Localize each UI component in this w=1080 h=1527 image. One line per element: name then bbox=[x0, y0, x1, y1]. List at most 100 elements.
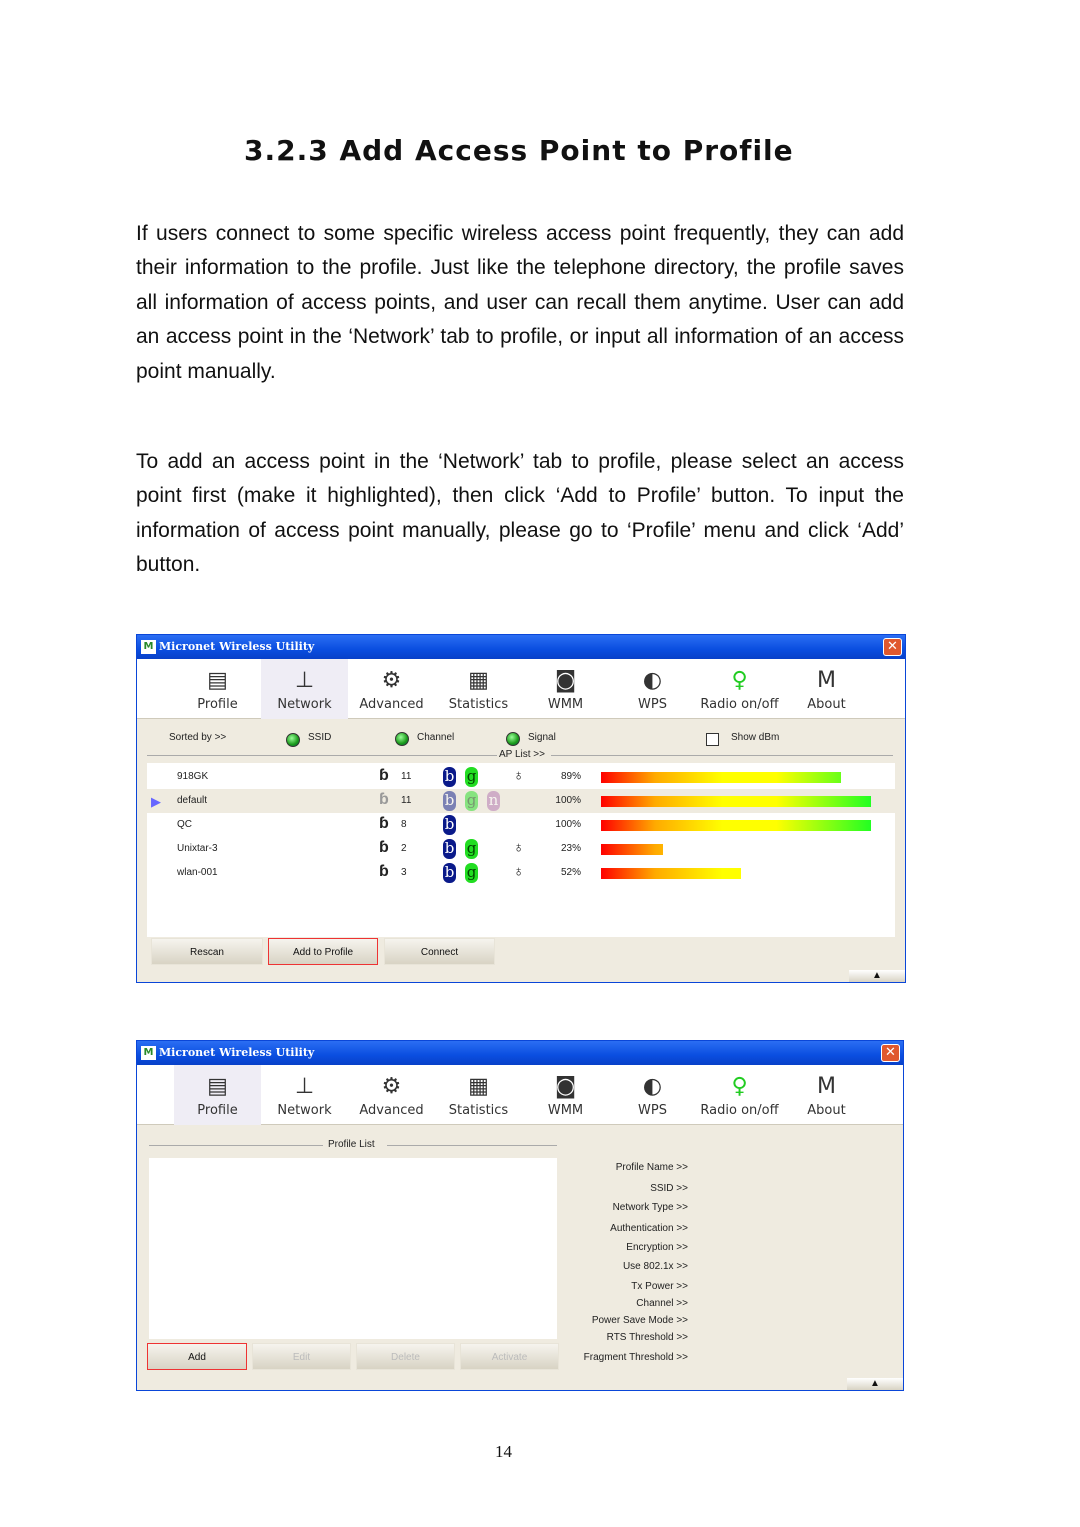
show-dbm-checkbox[interactable] bbox=[706, 733, 719, 746]
section-heading: 3.2.3 Add Access Point to Profile bbox=[244, 134, 794, 167]
mode-g-icon: g bbox=[465, 791, 478, 811]
page-number: 14 bbox=[495, 1442, 512, 1461]
tab-advanced[interactable]: ⚙ Advanced bbox=[348, 1065, 435, 1125]
paragraph-1: If users connect to some specific wirele… bbox=[136, 222, 904, 383]
sort-ssid-radio[interactable] bbox=[286, 733, 300, 747]
tab-radio-on-off[interactable]: ♀ Radio on/off bbox=[696, 1065, 783, 1125]
tab-label: Radio on/off bbox=[700, 1103, 779, 1118]
calculator-icon: ▦ bbox=[468, 668, 489, 693]
edit-button[interactable]: Edit bbox=[252, 1343, 351, 1370]
divider bbox=[147, 755, 497, 756]
ap-row[interactable]: Unixtar-3 ɓ 2 b g ♀ 23% bbox=[147, 837, 895, 861]
activate-button[interactable]: Activate bbox=[460, 1343, 559, 1370]
lock-key-icon: ♀ bbox=[513, 863, 525, 880]
ap-channel: 8 bbox=[401, 819, 407, 830]
channel-icon: ɓ bbox=[379, 791, 389, 808]
delete-button[interactable]: Delete bbox=[356, 1343, 455, 1370]
tab-wmm[interactable]: ◙ WMM bbox=[522, 1065, 609, 1125]
tab-advanced[interactable]: ⚙ Advanced bbox=[348, 659, 435, 719]
about-icon: M bbox=[817, 668, 836, 693]
sort-signal-label: Signal bbox=[528, 732, 556, 743]
ap-signal-percent: 23% bbox=[560, 843, 581, 854]
tab-wps[interactable]: ◐ WPS bbox=[609, 659, 696, 719]
profile-field-label: Tx Power >> bbox=[631, 1281, 688, 1292]
collapse-button[interactable]: ▲ bbox=[847, 1378, 903, 1390]
ap-channel: 11 bbox=[401, 771, 412, 782]
tab-radio-on-off[interactable]: ♀ Radio on/off bbox=[696, 659, 783, 719]
tab-about[interactable]: M About bbox=[783, 659, 870, 719]
tab-profile[interactable]: ▤ Profile bbox=[174, 659, 261, 719]
network-window: M Micronet Wireless Utility ✕ ▤ Profile ⊥ Net… bbox=[136, 634, 906, 983]
ap-row[interactable]: ▶ default ɓ 11 b g n 100% bbox=[147, 789, 895, 813]
ap-channel: 3 bbox=[401, 867, 407, 878]
signal-strength-bar bbox=[601, 796, 871, 807]
add-to-profile-button[interactable]: Add to Profile bbox=[268, 938, 378, 965]
qos-icon: ◙ bbox=[554, 668, 577, 693]
app-logo-icon: M bbox=[141, 640, 156, 654]
collapse-button[interactable]: ▲ bbox=[849, 970, 905, 982]
ap-row[interactable]: QC ɓ 8 b 100% bbox=[147, 813, 895, 837]
profile-field-label: Power Save Mode >> bbox=[591, 1315, 688, 1326]
tab-wmm[interactable]: ◙ WMM bbox=[522, 659, 609, 719]
close-button[interactable]: ✕ bbox=[883, 638, 902, 656]
sort-channel-radio[interactable] bbox=[395, 732, 409, 746]
tab-network[interactable]: ⊥ Network bbox=[261, 659, 348, 719]
antenna-icon: ♀ bbox=[731, 668, 748, 693]
profile-field-label: Network Type >> bbox=[612, 1202, 688, 1213]
gears-icon: ⚙ bbox=[381, 1074, 402, 1099]
rescan-button[interactable]: Rescan bbox=[151, 938, 263, 965]
divider bbox=[551, 755, 893, 756]
wps-icon: ◐ bbox=[642, 668, 663, 693]
tab-label: WPS bbox=[638, 697, 667, 712]
about-icon: M bbox=[817, 1074, 836, 1099]
profile-field-label: Encryption >> bbox=[626, 1242, 688, 1253]
tab-wps[interactable]: ◐ WPS bbox=[609, 1065, 696, 1125]
ap-ssid: 918GK bbox=[177, 771, 209, 782]
tab-label: WMM bbox=[547, 1103, 584, 1118]
add-button[interactable]: Add bbox=[147, 1343, 247, 1370]
connect-button[interactable]: Connect bbox=[384, 938, 495, 965]
ap-signal-percent: 89% bbox=[560, 771, 581, 782]
mode-n-icon: n bbox=[487, 791, 500, 811]
tab-profile[interactable]: ▤ Profile bbox=[174, 1065, 261, 1125]
router-icon: ⊥ bbox=[294, 668, 315, 693]
tab-label: Statistics bbox=[448, 1103, 509, 1118]
lock-key-icon: ♀ bbox=[513, 767, 525, 784]
channel-icon: ɓ bbox=[379, 839, 389, 856]
ap-row[interactable]: 918GK ɓ 11 b g ♀ 89% bbox=[147, 765, 895, 789]
qos-icon: ◙ bbox=[554, 1074, 577, 1099]
tab-label: About bbox=[807, 1103, 846, 1118]
profile-field-label: Channel >> bbox=[636, 1298, 688, 1309]
tab-label: Network bbox=[277, 697, 332, 712]
tab-label: WPS bbox=[638, 1103, 667, 1118]
mode-b-icon: b bbox=[443, 815, 456, 835]
title-bar: M Micronet Wireless Utility ✕ bbox=[137, 1041, 903, 1065]
ap-row[interactable]: wlan-001 ɓ 3 b g ♀ 52% bbox=[147, 861, 895, 885]
calculator-icon: ▦ bbox=[468, 1074, 489, 1099]
mode-b-icon: b bbox=[443, 791, 456, 811]
ap-list: 918GK ɓ 11 b g ♀ 89% ▶ default ɓ 11 b g n 100% QC ɓ 8 b 100… bbox=[147, 763, 895, 937]
tab-label: Network bbox=[277, 1103, 332, 1118]
ap-signal-percent: 100% bbox=[555, 819, 581, 830]
sort-signal-radio[interactable] bbox=[506, 732, 520, 746]
ap-channel: 2 bbox=[401, 843, 407, 854]
window-title: Micronet Wireless Utility bbox=[159, 1046, 315, 1059]
profile-icon: ▤ bbox=[207, 1074, 228, 1099]
profile-field-label: Use 802.1x >> bbox=[622, 1261, 688, 1272]
profile-window: M Micronet Wireless Utility ✕ ▤ Profile ⊥ Net… bbox=[136, 1040, 904, 1391]
tab-statistics[interactable]: ▦ Statistics bbox=[435, 659, 522, 719]
tab-network[interactable]: ⊥ Network bbox=[261, 1065, 348, 1125]
profile-icon: ▤ bbox=[207, 668, 228, 693]
mode-b-icon: b bbox=[443, 767, 456, 787]
close-button[interactable]: ✕ bbox=[881, 1044, 900, 1062]
sort-ssid-label: SSID bbox=[308, 732, 332, 743]
mode-b-icon: b bbox=[443, 863, 456, 883]
profile-list[interactable] bbox=[149, 1158, 557, 1339]
tab-statistics[interactable]: ▦ Statistics bbox=[435, 1065, 522, 1125]
profile-field-label: Profile Name >> bbox=[615, 1162, 688, 1173]
ap-signal-percent: 100% bbox=[555, 795, 581, 806]
channel-icon: ɓ bbox=[379, 863, 389, 880]
tab-about[interactable]: M About bbox=[783, 1065, 870, 1125]
signal-strength-bar bbox=[601, 820, 871, 831]
profile-field-label: RTS Threshold >> bbox=[606, 1332, 688, 1343]
